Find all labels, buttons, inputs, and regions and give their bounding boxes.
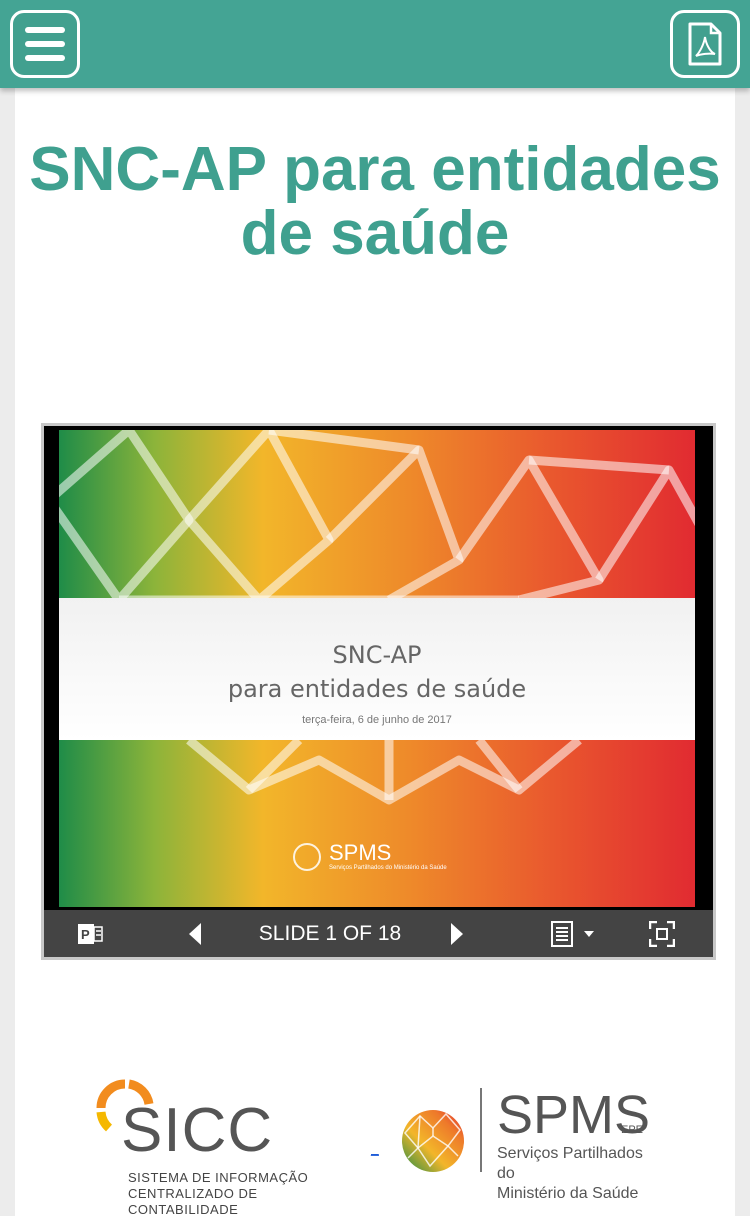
pdf-button[interactable] — [670, 10, 740, 78]
main-content: SNC-AP para entidades de saúde SNC-AP pa… — [15, 88, 735, 1216]
previous-slide-icon — [189, 922, 201, 945]
open-in-powerpoint-button[interactable]: P — [72, 910, 108, 957]
slide-logo-sub: Serviços Partilhados do Ministério da Sa… — [329, 865, 447, 871]
fullscreen-icon — [649, 920, 675, 947]
hamburger-menu-icon — [25, 27, 65, 61]
previous-slide-button[interactable] — [180, 910, 210, 957]
slide-counter: SLIDE 1 OF 18 — [258, 921, 402, 945]
footer-link[interactable]: _ — [371, 1140, 379, 1156]
slide[interactable]: SNC-AP para entidades de saúde terça-fei… — [59, 430, 695, 907]
sicc-name: SICC — [121, 1096, 274, 1165]
sicc-subtitle-line1: SISTEMA DE INFORMAÇÃO — [128, 1170, 309, 1185]
spms-subtitle-line1: Serviços Partilhados do — [497, 1145, 643, 1182]
page-title: SNC-AP para entidades de saúde — [29, 135, 721, 268]
powerpoint-icon: P — [78, 923, 103, 944]
viewer-toolbar: P SLIDE 1 OF 18 — [44, 910, 713, 957]
next-slide-button[interactable] — [442, 910, 472, 957]
presentation-viewer[interactable]: SNC-AP para entidades de saúde terça-fei… — [41, 423, 716, 960]
spms-suffix: EPE — [621, 1124, 644, 1136]
notes-dropdown-icon — [551, 920, 594, 947]
top-bar — [0, 0, 750, 88]
svg-text:P: P — [81, 927, 90, 942]
pdf-document-icon — [688, 22, 722, 66]
notes-menu-button[interactable] — [549, 910, 599, 957]
slide-title-line2: para entidades de saúde — [227, 675, 527, 703]
slide-spms-logo: SPMS Serviços Partilhados do Ministério … — [293, 842, 447, 872]
next-slide-icon — [451, 922, 463, 945]
spms-globe-icon — [402, 1110, 464, 1172]
spms-subtitle-line2: Ministério da Saúde — [497, 1185, 639, 1202]
slide-title-line1: SNC-AP — [332, 641, 422, 669]
sicc-logo[interactable]: SICC SISTEMA DE INFORMAÇÃO CENTRALIZADO … — [95, 1078, 365, 1216]
spms-logo[interactable]: SPMS EPE Serviços Partilhados do Ministé… — [400, 1088, 660, 1202]
slide-date: terça-feira, 6 de junho de 2017 — [302, 714, 452, 726]
sicc-subtitle-line2: CENTRALIZADO DE CONTABILIDADE — [128, 1186, 258, 1216]
fullscreen-button[interactable] — [644, 910, 680, 957]
menu-button[interactable] — [10, 10, 80, 78]
slide-title-band: SNC-AP para entidades de saúde terça-fei… — [59, 598, 695, 740]
spms-emblem-icon — [293, 843, 321, 871]
slide-logo-name: SPMS — [329, 840, 392, 865]
spms-divider — [480, 1088, 482, 1172]
footer-logos: SICC SISTEMA DE INFORMAÇÃO CENTRALIZADO … — [15, 1078, 735, 1216]
